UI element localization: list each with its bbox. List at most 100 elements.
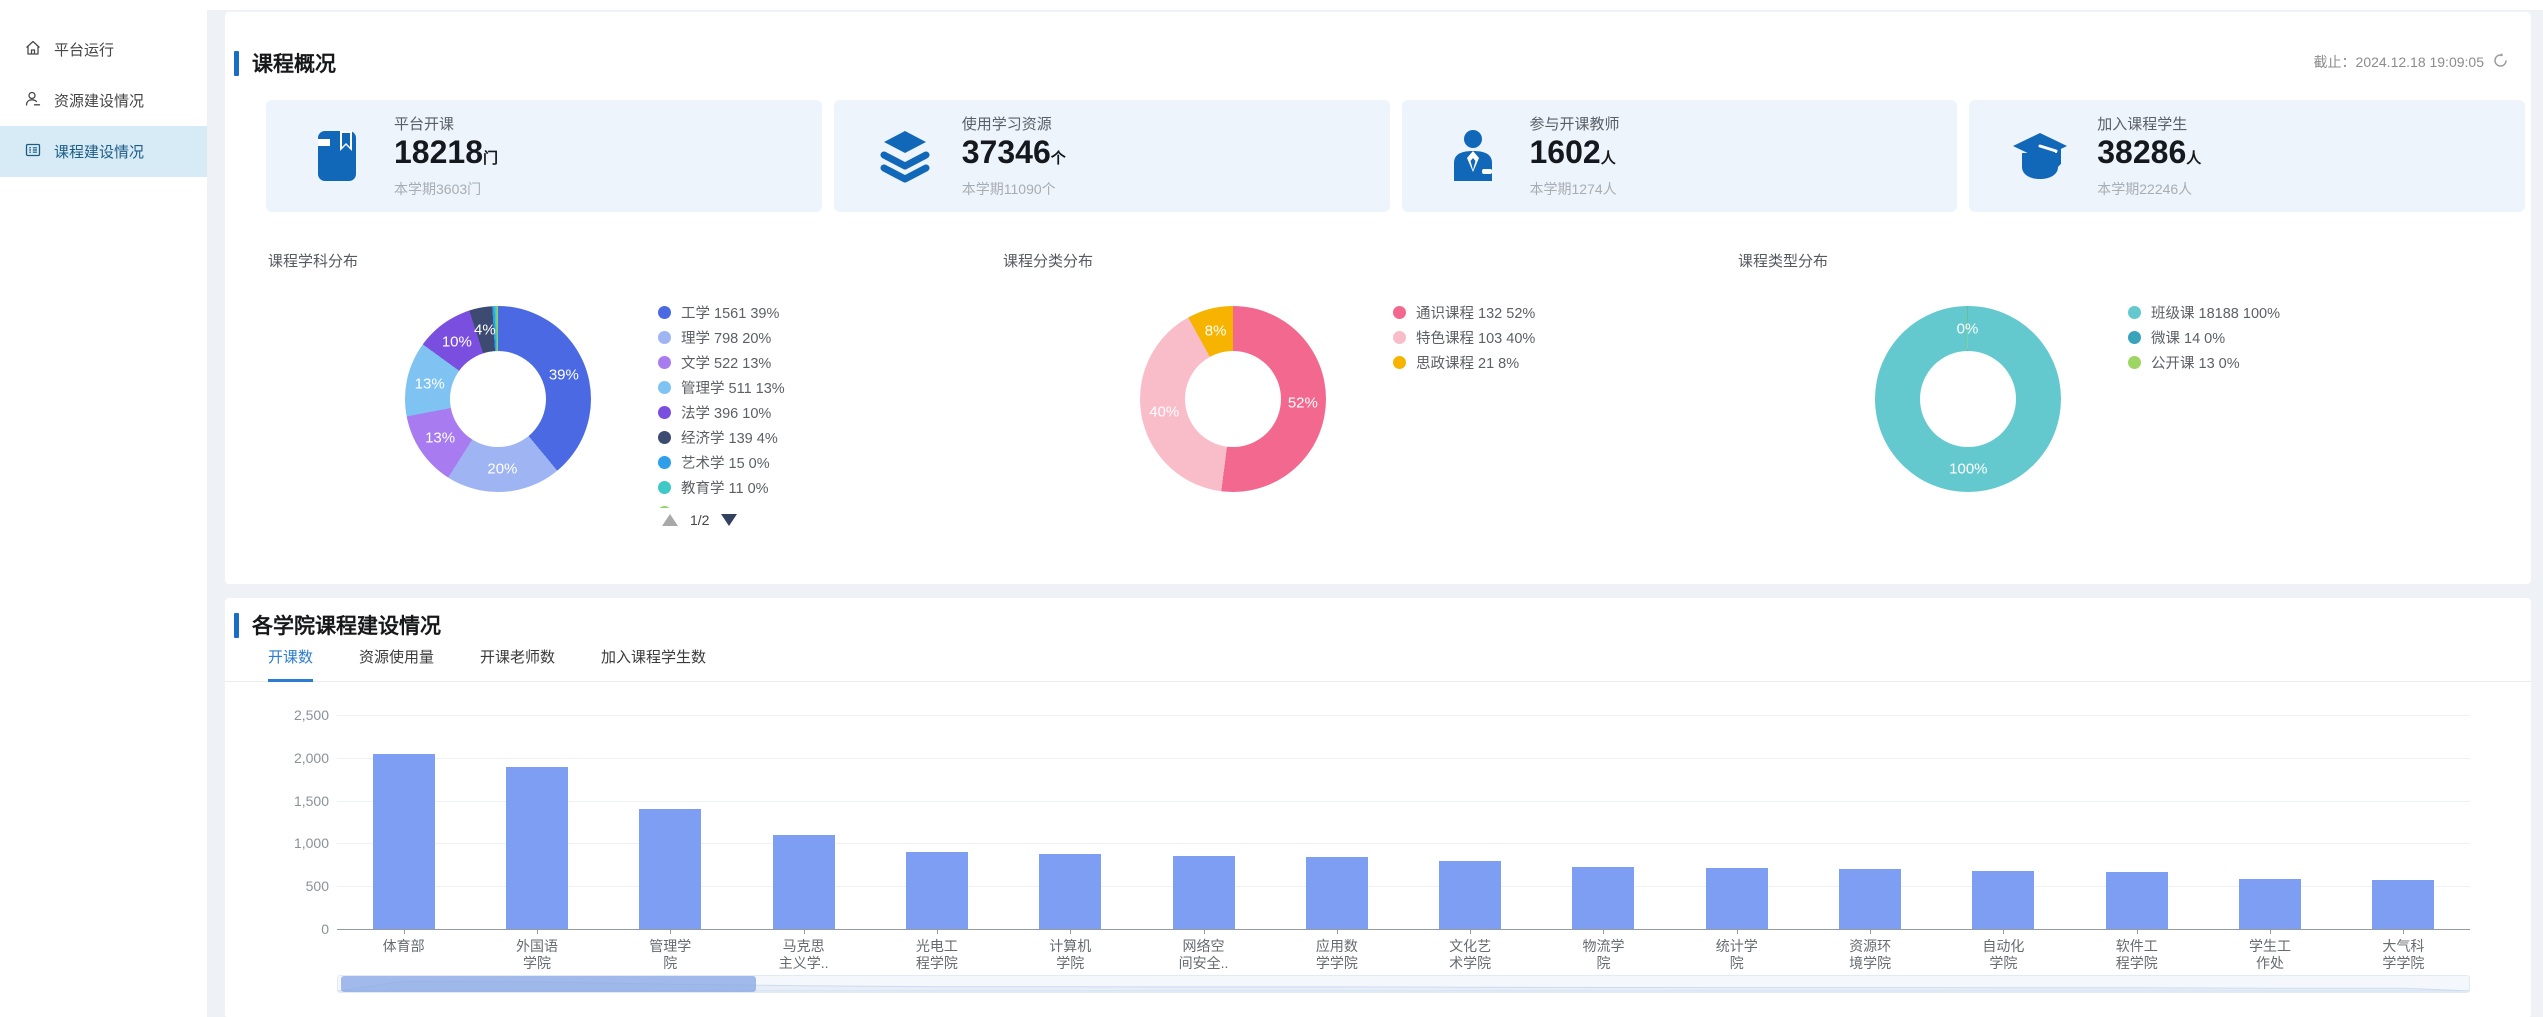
- legend-item[interactable]: 通识课程 132 52%: [1393, 300, 1653, 325]
- bar-chart: [337, 715, 2470, 929]
- bar[interactable]: [906, 852, 968, 929]
- overview-title: 课程概况: [252, 48, 336, 78]
- legend-page-up-icon[interactable]: [662, 514, 678, 526]
- bar[interactable]: [1039, 854, 1101, 929]
- x-axis-tick: [1603, 929, 1604, 934]
- bar[interactable]: [2106, 872, 2168, 929]
- legend-dot: [1393, 306, 1406, 319]
- sidebar: 平台运行 资源建设情况 课程建设情况: [0, 10, 208, 1017]
- course-overview-panel: 课程概况 截止：2024.12.18 19:09:05 平台开课 18218门 …: [225, 12, 2531, 584]
- bar[interactable]: [506, 767, 568, 929]
- bar[interactable]: [773, 835, 835, 929]
- datazoom-slider[interactable]: [337, 975, 2470, 993]
- tab-course-count[interactable]: 开课数: [268, 646, 313, 682]
- stat-value: 1602人: [1530, 134, 1620, 177]
- donut-hole: [1185, 351, 1281, 447]
- legend-label: 通识课程 132 52%: [1416, 302, 1535, 323]
- pie-type-distribution: 课程类型分布 100%0% 班级课 18188 100%微课 14 0%公开课 …: [1720, 250, 2430, 560]
- legend-item[interactable]: 教育学 11 0%: [658, 475, 918, 500]
- gridline: [337, 758, 2470, 759]
- legend-label: 工学 1561 39%: [681, 302, 779, 323]
- bar[interactable]: [1173, 856, 1235, 929]
- legend-dot: [658, 306, 671, 319]
- colleges-title: 各学院课程建设情况: [252, 610, 441, 640]
- legend-item[interactable]: 班级课 18188 100%: [2128, 300, 2388, 325]
- dashboard-page: 平台运行 资源建设情况 课程建设情况 课程概况 截止：2024.12.18 19…: [0, 0, 2543, 1017]
- layers-icon: [874, 125, 936, 187]
- datazoom-thumb[interactable]: [341, 976, 756, 992]
- stat-unit: 门: [483, 150, 498, 167]
- sidebar-item-resource-building[interactable]: 资源建设情况: [0, 75, 207, 126]
- stat-label: 参与开课教师: [1530, 113, 1620, 134]
- colleges-section-head: 各学院课程建设情况: [234, 610, 441, 640]
- legend-dot: [658, 456, 671, 469]
- bar[interactable]: [1839, 869, 1901, 929]
- legend-item[interactable]: 特色课程 103 40%: [1393, 325, 1653, 350]
- x-axis-category-label: 物流学院: [1538, 938, 1668, 972]
- stat-label: 使用学习资源: [962, 113, 1066, 134]
- stat-sub: 本学期3603门: [394, 179, 498, 199]
- legend-dot: [2128, 306, 2141, 319]
- legend-label: 文学 522 13%: [681, 352, 771, 373]
- y-axis-tick-label: 500: [265, 878, 329, 894]
- pie-legend: 班级课 18188 100%微课 14 0%公开课 13 0%: [2128, 300, 2388, 375]
- donut-chart[interactable]: 100%0%: [1875, 306, 2061, 492]
- donut-chart[interactable]: 39%20%13%13%10%4%: [405, 306, 591, 492]
- bar[interactable]: [1972, 871, 2034, 929]
- legend-item[interactable]: 微课 14 0%: [2128, 325, 2388, 350]
- home-icon: [24, 39, 42, 61]
- bar[interactable]: [2372, 880, 2434, 929]
- legend-item[interactable]: 文学 522 13%: [658, 350, 918, 375]
- donut-hole: [1920, 351, 2016, 447]
- pie-title: 课程类型分布: [1738, 250, 1828, 271]
- x-axis-tick: [537, 929, 538, 934]
- refresh-icon[interactable]: [2492, 52, 2509, 72]
- pie-legend: 工学 1561 39%理学 798 20%文学 522 13% 管理学 511 1…: [658, 300, 918, 508]
- legend-item[interactable]: 管理学 511 13%: [658, 375, 918, 400]
- form-card-icon: [24, 141, 42, 163]
- sidebar-item-label: 资源建设情况: [54, 90, 144, 111]
- y-axis-tick-label: 2,000: [265, 750, 329, 766]
- legend-item[interactable]: [658, 500, 918, 508]
- legend-item[interactable]: 工学 1561 39%: [658, 300, 918, 325]
- x-axis-category-label: 外国语学院: [472, 938, 602, 972]
- legend-label: 法学 396 10%: [681, 402, 771, 423]
- legend-label: 管理学 511 13%: [681, 377, 785, 398]
- x-axis-category-label: 软件工程学院: [2072, 938, 2202, 972]
- stat-card-teachers: 参与开课教师 1602人 本学期1274人: [1402, 100, 1958, 212]
- bar[interactable]: [373, 754, 435, 929]
- donut-chart[interactable]: 52%40%8%: [1140, 306, 1326, 492]
- tab-resource-usage[interactable]: 资源使用量: [359, 646, 434, 682]
- stat-label: 平台开课: [394, 113, 498, 134]
- x-axis-tick: [1070, 929, 1071, 934]
- bar[interactable]: [1439, 861, 1501, 929]
- legend-item[interactable]: 艺术学 15 0%: [658, 450, 918, 475]
- legend-page-down-icon[interactable]: [721, 514, 737, 526]
- legend-page-indicator: 1/2: [690, 512, 709, 528]
- legend-dot: [658, 331, 671, 344]
- legend-item[interactable]: 经济学 139 4%: [658, 425, 918, 450]
- pie-category-distribution: 课程分类分布 52%40%8% 通识课程 132 52%特色课程 103 40%…: [985, 250, 1695, 560]
- legend-item[interactable]: 公开课 13 0%: [2128, 350, 2388, 375]
- bar[interactable]: [1306, 857, 1368, 929]
- pie-subject-distribution: 课程学科分布 39%20%13%13%10%4% 工学 1561 39%理学 7…: [250, 250, 960, 560]
- legend-item[interactable]: 法学 396 10%: [658, 400, 918, 425]
- sidebar-item-course-building[interactable]: 课程建设情况: [0, 126, 207, 177]
- sidebar-item-platform-run[interactable]: 平台运行: [0, 24, 207, 75]
- bar[interactable]: [639, 809, 701, 929]
- stat-sub: 本学期1274人: [1530, 179, 1620, 199]
- stat-sub: 本学期11090个: [962, 179, 1066, 199]
- stat-sub: 本学期22246人: [2097, 179, 2201, 199]
- bar[interactable]: [1572, 867, 1634, 929]
- stat-label: 加入课程学生: [2097, 113, 2201, 134]
- gridline: [337, 801, 2470, 802]
- overview-section-head: 课程概况: [234, 48, 336, 78]
- bar[interactable]: [2239, 879, 2301, 929]
- tab-teacher-count[interactable]: 开课老师数: [480, 646, 555, 682]
- legend-item[interactable]: 思政课程 21 8%: [1393, 350, 1653, 375]
- legend-dot: [1393, 356, 1406, 369]
- x-axis-category-label: 光电工程学院: [872, 938, 1002, 972]
- legend-item[interactable]: 理学 798 20%: [658, 325, 918, 350]
- bar[interactable]: [1706, 868, 1768, 929]
- tab-student-count[interactable]: 加入课程学生数: [601, 646, 706, 682]
